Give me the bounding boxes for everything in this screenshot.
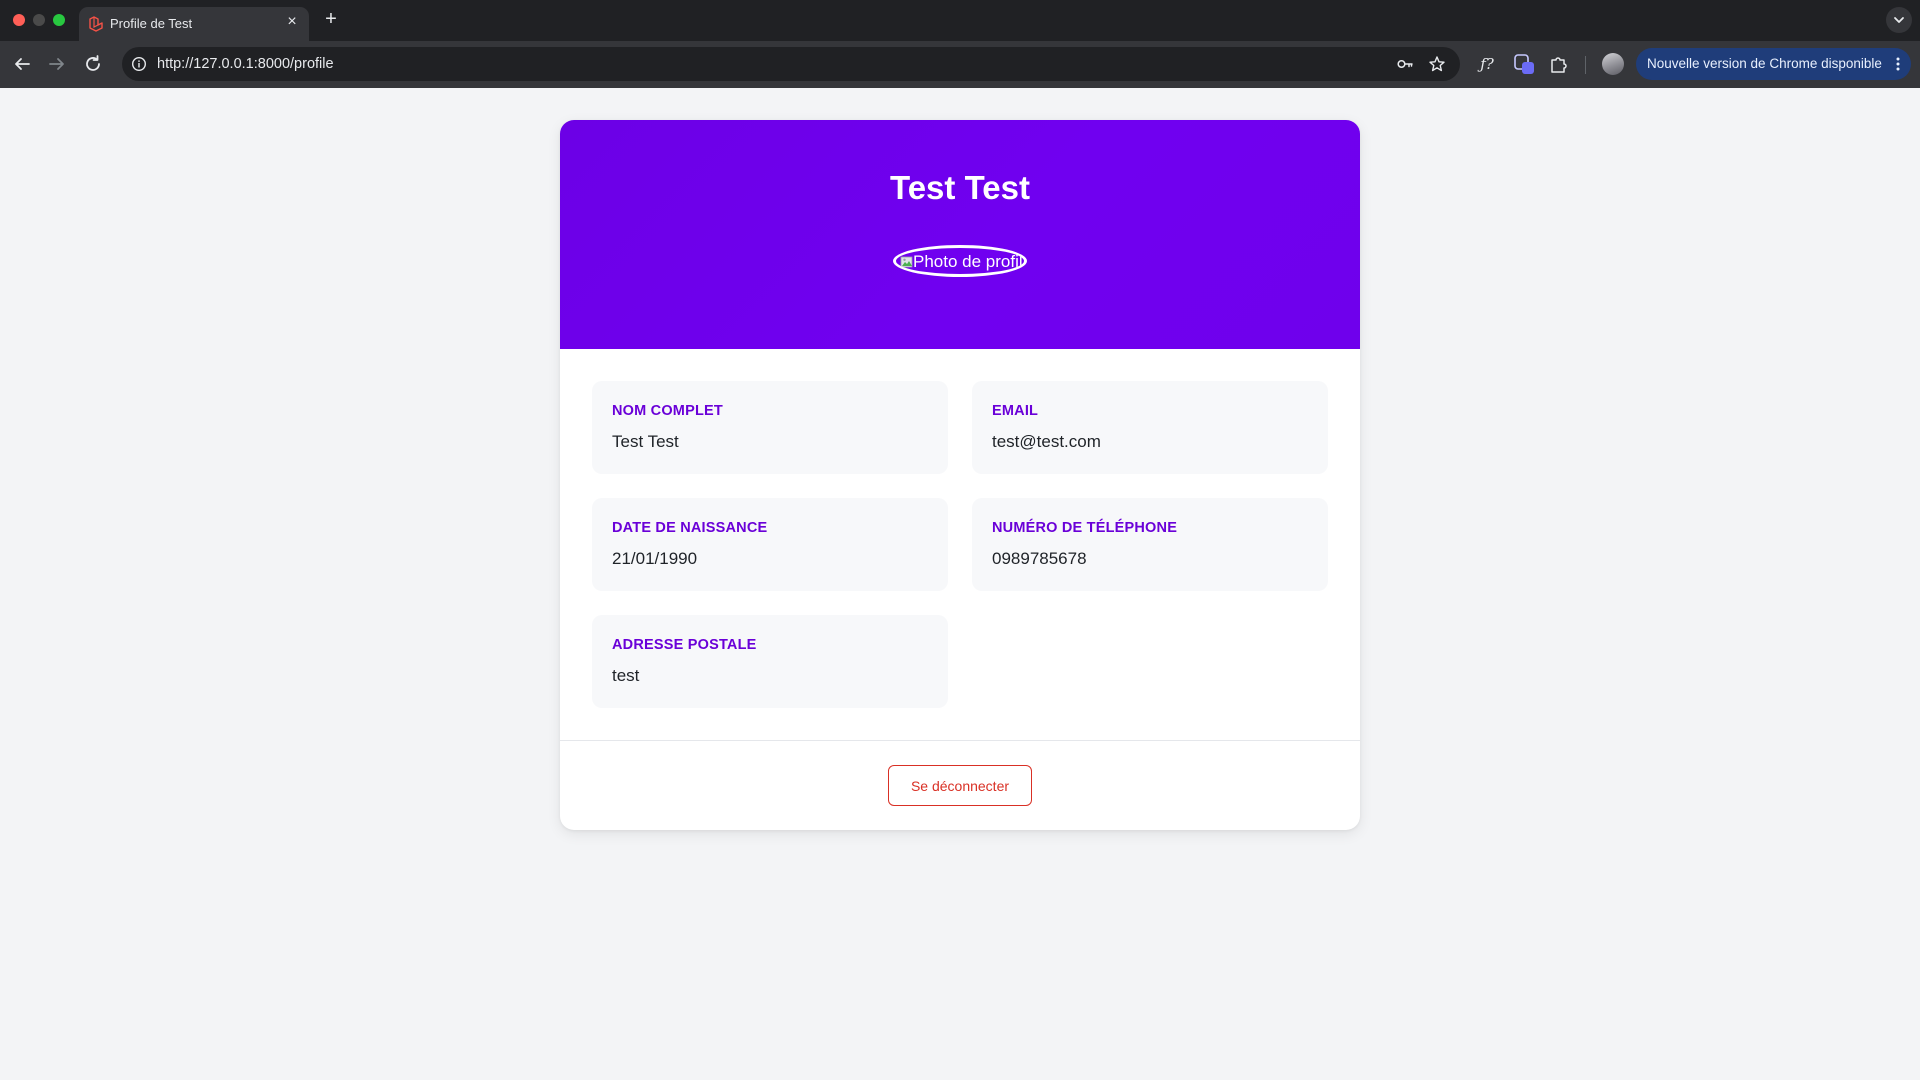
photo-alt-text: Photo de profil xyxy=(913,252,1023,271)
toolbar-separator xyxy=(1585,56,1586,74)
chevron-down-icon xyxy=(1894,17,1904,23)
field-birth-date: DATE DE NAISSANCE 21/01/1990 xyxy=(592,498,948,591)
window-minimize-button[interactable] xyxy=(33,14,45,26)
broken-image-icon xyxy=(900,256,913,268)
field-value: test xyxy=(612,666,640,685)
field-label: DATE DE NAISSANCE xyxy=(612,520,768,536)
profile-card: Test Test Photo de profil NOM COMPLET Te… xyxy=(560,120,1360,830)
password-key-icon[interactable] xyxy=(1396,55,1414,73)
field-label: NOM COMPLET xyxy=(612,403,723,419)
address-bar[interactable]: http://127.0.0.1:8000/profile xyxy=(122,47,1460,81)
field-phone: NUMÉRO DE TÉLÉPHONE 0989785678 xyxy=(972,498,1328,591)
field-postal-address: ADRESSE POSTALE test xyxy=(592,615,948,708)
browser-tab-strip: Profile de Test × + xyxy=(0,0,1920,41)
field-value: 21/01/1990 xyxy=(612,549,698,568)
url-text[interactable]: http://127.0.0.1:8000/profile xyxy=(157,56,334,72)
profile-name: Test Test xyxy=(890,169,1030,206)
update-label: Nouvelle version de Chrome disponible xyxy=(1647,56,1882,71)
laravel-logo-icon xyxy=(89,16,103,32)
browser-toolbar: http://127.0.0.1:8000/profile ƒ? Nouvell… xyxy=(0,41,1920,88)
profile-avatar[interactable] xyxy=(1602,53,1624,75)
field-value: test@test.com xyxy=(992,432,1101,451)
field-value: 0989785678 xyxy=(992,549,1087,568)
field-full-name: NOM COMPLET Test Test xyxy=(592,381,948,474)
window-zoom-button[interactable] xyxy=(53,14,65,26)
field-label: ADRESSE POSTALE xyxy=(612,637,757,653)
tab-title: Profile de Test xyxy=(110,16,193,31)
formula-extension-icon[interactable]: ƒ? xyxy=(1476,53,1498,75)
extension-window-icon[interactable] xyxy=(1513,53,1535,75)
field-email: EMAIL test@test.com xyxy=(972,381,1328,474)
profile-photo: Photo de profil xyxy=(893,245,1027,277)
window-close-button[interactable] xyxy=(13,14,25,26)
field-value: Test Test xyxy=(612,432,679,451)
field-label: NUMÉRO DE TÉLÉPHONE xyxy=(992,520,1178,536)
site-info-icon[interactable] xyxy=(131,56,147,72)
card-divider xyxy=(560,740,1360,741)
logout-button[interactable]: Se déconnecter xyxy=(888,765,1032,806)
field-label: EMAIL xyxy=(992,403,1039,419)
browser-tab[interactable]: Profile de Test × xyxy=(79,7,309,41)
bookmark-star-icon[interactable] xyxy=(1428,55,1446,73)
back-arrow-icon[interactable] xyxy=(10,52,34,76)
more-vertical-icon xyxy=(1896,57,1900,71)
profile-header: Test Test Photo de profil xyxy=(560,120,1360,349)
extensions-puzzle-icon[interactable] xyxy=(1548,53,1570,75)
new-tab-icon[interactable]: + xyxy=(320,8,342,30)
reload-icon[interactable] xyxy=(81,52,105,76)
forward-arrow-icon[interactable] xyxy=(45,52,69,76)
tab-search-button[interactable] xyxy=(1886,7,1912,33)
chrome-update-button[interactable]: Nouvelle version de Chrome disponible xyxy=(1636,48,1911,80)
close-tab-icon[interactable]: × xyxy=(283,13,301,31)
